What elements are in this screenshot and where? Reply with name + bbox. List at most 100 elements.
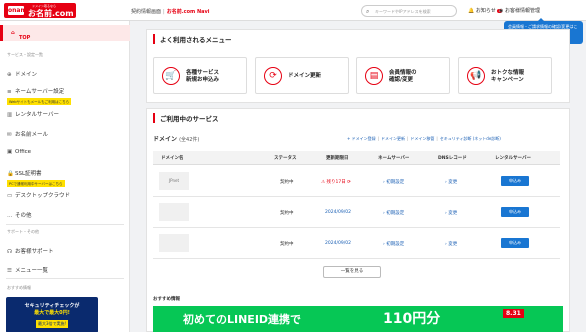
expiry-cell: 2024/09/02 <box>325 210 351 215</box>
user-card-icon: ▤ <box>365 67 383 85</box>
line-promo-banner[interactable]: 初めてのLINEID連携で 110円分 8.31 <box>153 306 563 332</box>
quick-button-label: 会員情報の 確認/変更 <box>389 70 417 83</box>
nameserver-link[interactable]: › 初期設定 <box>383 210 404 216</box>
sidebar-section-services: サービス・設定一覧 <box>7 52 43 57</box>
sidebar-tag-server[interactable]: Webサイトもメールもご利用はこちら <box>7 98 72 105</box>
status-cell: 契約中 <box>280 242 294 247</box>
sidebar-item-top[interactable]: ⌂ TOP <box>0 25 130 41</box>
col-nameserver: ネームサーバー <box>378 156 410 161</box>
sidebar-item-other[interactable]: … その他 <box>7 211 32 219</box>
banner-line1: セキュリティチェックが <box>24 303 80 309</box>
server-rack-icon: ▥ <box>7 112 13 118</box>
campaign-button[interactable]: 📢 おトクな情報 キャンペーン <box>458 57 552 94</box>
col-rental-server: レンタルサーバー <box>495 156 531 161</box>
nameserver-link[interactable]: › 初期設定 <box>383 179 404 185</box>
lock-icon: 🔒 <box>7 171 14 177</box>
table-row: 契約中 2024/09/02 › 初期設定 › 変更 申込み <box>153 228 560 259</box>
logo-text: お名前.com <box>28 9 74 18</box>
nameserver-link[interactable]: › 初期設定 <box>383 241 404 247</box>
apply-button[interactable]: 申込み <box>501 238 529 248</box>
expiry-cell: ⚠ 残り17日 ⟳ <box>321 180 351 185</box>
sidebar-item-domain[interactable]: ⊕ ドメイン <box>7 70 37 78</box>
sidebar-item-rental-server[interactable]: ▥ レンタルサーバー <box>7 110 59 118</box>
sidebar-section-recommend: おすすめ情報 <box>7 285 31 290</box>
col-dns: DNSレコード <box>438 156 467 161</box>
sidebar-item-menu[interactable]: ☰ メニュー一覧 <box>7 266 48 274</box>
crumb-root[interactable]: 契約情報画面 <box>131 9 161 15</box>
sidebar-divider <box>6 278 124 279</box>
services-title: ご利用中のサービス <box>153 113 219 123</box>
banner-line2: 最大で最大0円! <box>34 310 70 316</box>
account-label: お客様情報管理 <box>504 8 540 14</box>
promo-date: 8.31 <box>503 309 524 318</box>
dns-link[interactable]: › 変更 <box>445 210 457 216</box>
quick-menu-title: よく利用されるメニュー <box>153 34 232 44</box>
sidebar-item-office[interactable]: ▣ Office <box>7 149 31 155</box>
col-status: ステータス <box>274 156 297 161</box>
sidebar-item-support[interactable]: ☊ お客様サポート <box>7 247 54 255</box>
banner-line3: 最大3倍で実施! <box>36 320 69 328</box>
domain-count: (全42件) <box>179 137 200 143</box>
dns-link[interactable]: › 変更 <box>445 179 457 185</box>
office-icon: ▣ <box>7 149 13 155</box>
member-info-button[interactable]: ▤ 会員情報の 確認/変更 <box>356 57 450 94</box>
security-banner[interactable]: セキュリティチェックが 最大で最大0円! 最大3倍で実施! <box>6 297 98 332</box>
domain-heading: ドメイン (全42件) <box>153 136 200 143</box>
security-check-link[interactable]: セキュリティ診断 (ネットde診断) <box>440 136 501 141</box>
sidebar-item-desktop-cloud[interactable]: ▭ デスクトップクラウド <box>7 191 70 199</box>
search-input[interactable]: ⌕ キーワードやIPアドレスを検索 <box>361 5 457 17</box>
domain-name[interactable] <box>159 203 189 221</box>
expiry-cell: 2024/09/02 <box>325 241 351 246</box>
sidebar-item-ssl[interactable]: 🔒SSL証明書 <box>7 169 42 177</box>
refresh-icon: ⟳ <box>264 67 282 85</box>
domain-actions: + ドメイン登録 | ドメイン更新 | ドメイン移管 | セキュリティ診断 (ネットde診断… <box>347 136 501 141</box>
domain-register-link[interactable]: + ドメイン登録 <box>347 136 376 141</box>
breadcrumb: 契約情報画面 | お名前.com Navi <box>131 8 209 15</box>
crumb-current[interactable]: お名前.com Navi <box>167 9 210 15</box>
user-icon: ◉ <box>499 8 504 14</box>
sidebar-tag-ssl[interactable]: PCで通常利用中サーバーはこちら <box>7 180 65 187</box>
crumb-separator: | <box>163 9 165 15</box>
apply-button[interactable]: 申込み <box>501 207 529 217</box>
recommend-heading: おすすめ情報 <box>153 297 180 302</box>
sidebar-item-nameserver[interactable]: ≡ ネームサーバー設定 <box>7 87 64 95</box>
view-all-button[interactable]: 一覧を見る <box>323 266 381 278</box>
desktop-icon: ▭ <box>7 193 13 199</box>
sidebar: ⌂ TOP サービス・設定一覧 ⊕ ドメイン ≡ ネームサーバー設定 Webサイトも… <box>0 21 130 332</box>
status-cell: 契約中 <box>280 211 294 216</box>
account-button[interactable]: ◉ お客様情報管理 <box>499 7 540 14</box>
sidebar-item-label: ⌂ TOP <box>11 30 31 41</box>
mail-icon: ✉ <box>7 132 12 138</box>
table-header: ドメイン名 ステータス 更新期限日 ネームサーバー DNSレコード レンタルサー… <box>153 151 560 165</box>
domain-name[interactable]: JPnet <box>159 172 189 190</box>
sidebar-section-support: サポート・その他 <box>7 229 39 234</box>
apply-button[interactable]: 申込み <box>501 176 529 186</box>
dns-link[interactable]: › 変更 <box>445 241 457 247</box>
renew-icon: ⟳ <box>347 180 351 185</box>
list-icon: ☰ <box>7 268 12 274</box>
more-icon: … <box>7 213 13 219</box>
warning-icon: ⚠ <box>321 180 326 185</box>
sidebar-item-mail[interactable]: ✉ お名前メール <box>7 130 48 138</box>
quick-button-label: ドメイン更新 <box>288 73 322 79</box>
headset-icon: ☊ <box>7 249 12 255</box>
megaphone-icon: 📢 <box>467 67 485 85</box>
domain-name[interactable] <box>159 234 189 252</box>
domain-renew-button[interactable]: ⟳ ドメイン更新 <box>255 57 349 94</box>
col-expiry: 更新期限日 <box>326 156 349 161</box>
cart-icon: 🛒 <box>162 67 180 85</box>
domain-transfer-link[interactable]: ドメイン移管 <box>410 136 434 141</box>
quick-button-label: 各種サービス 新規お申込み <box>186 70 220 83</box>
promo-text: 初めてのLINEID連携で <box>183 313 302 326</box>
sidebar-divider <box>6 224 124 225</box>
status-cell: 契約中 <box>280 180 294 185</box>
onamae-logo[interactable]: onamae ドメイン取るなら お名前.com <box>4 3 76 18</box>
notice-label: お知らせ <box>475 8 496 14</box>
domain-renew-link[interactable]: ドメイン更新 <box>381 136 405 141</box>
table-row: JPnet 契約中 ⚠ 残り17日 ⟳ › 初期設定 › 変更 申込み <box>153 166 560 197</box>
notice-button[interactable]: 🔔 お知らせ 1 <box>468 7 502 14</box>
search-placeholder: キーワードやIPアドレスを検索 <box>375 9 431 14</box>
new-service-button[interactable]: 🛒 各種サービス 新規お申込み <box>153 57 247 94</box>
col-domain: ドメイン名 <box>161 156 184 161</box>
globe-icon: ⊕ <box>7 72 12 78</box>
